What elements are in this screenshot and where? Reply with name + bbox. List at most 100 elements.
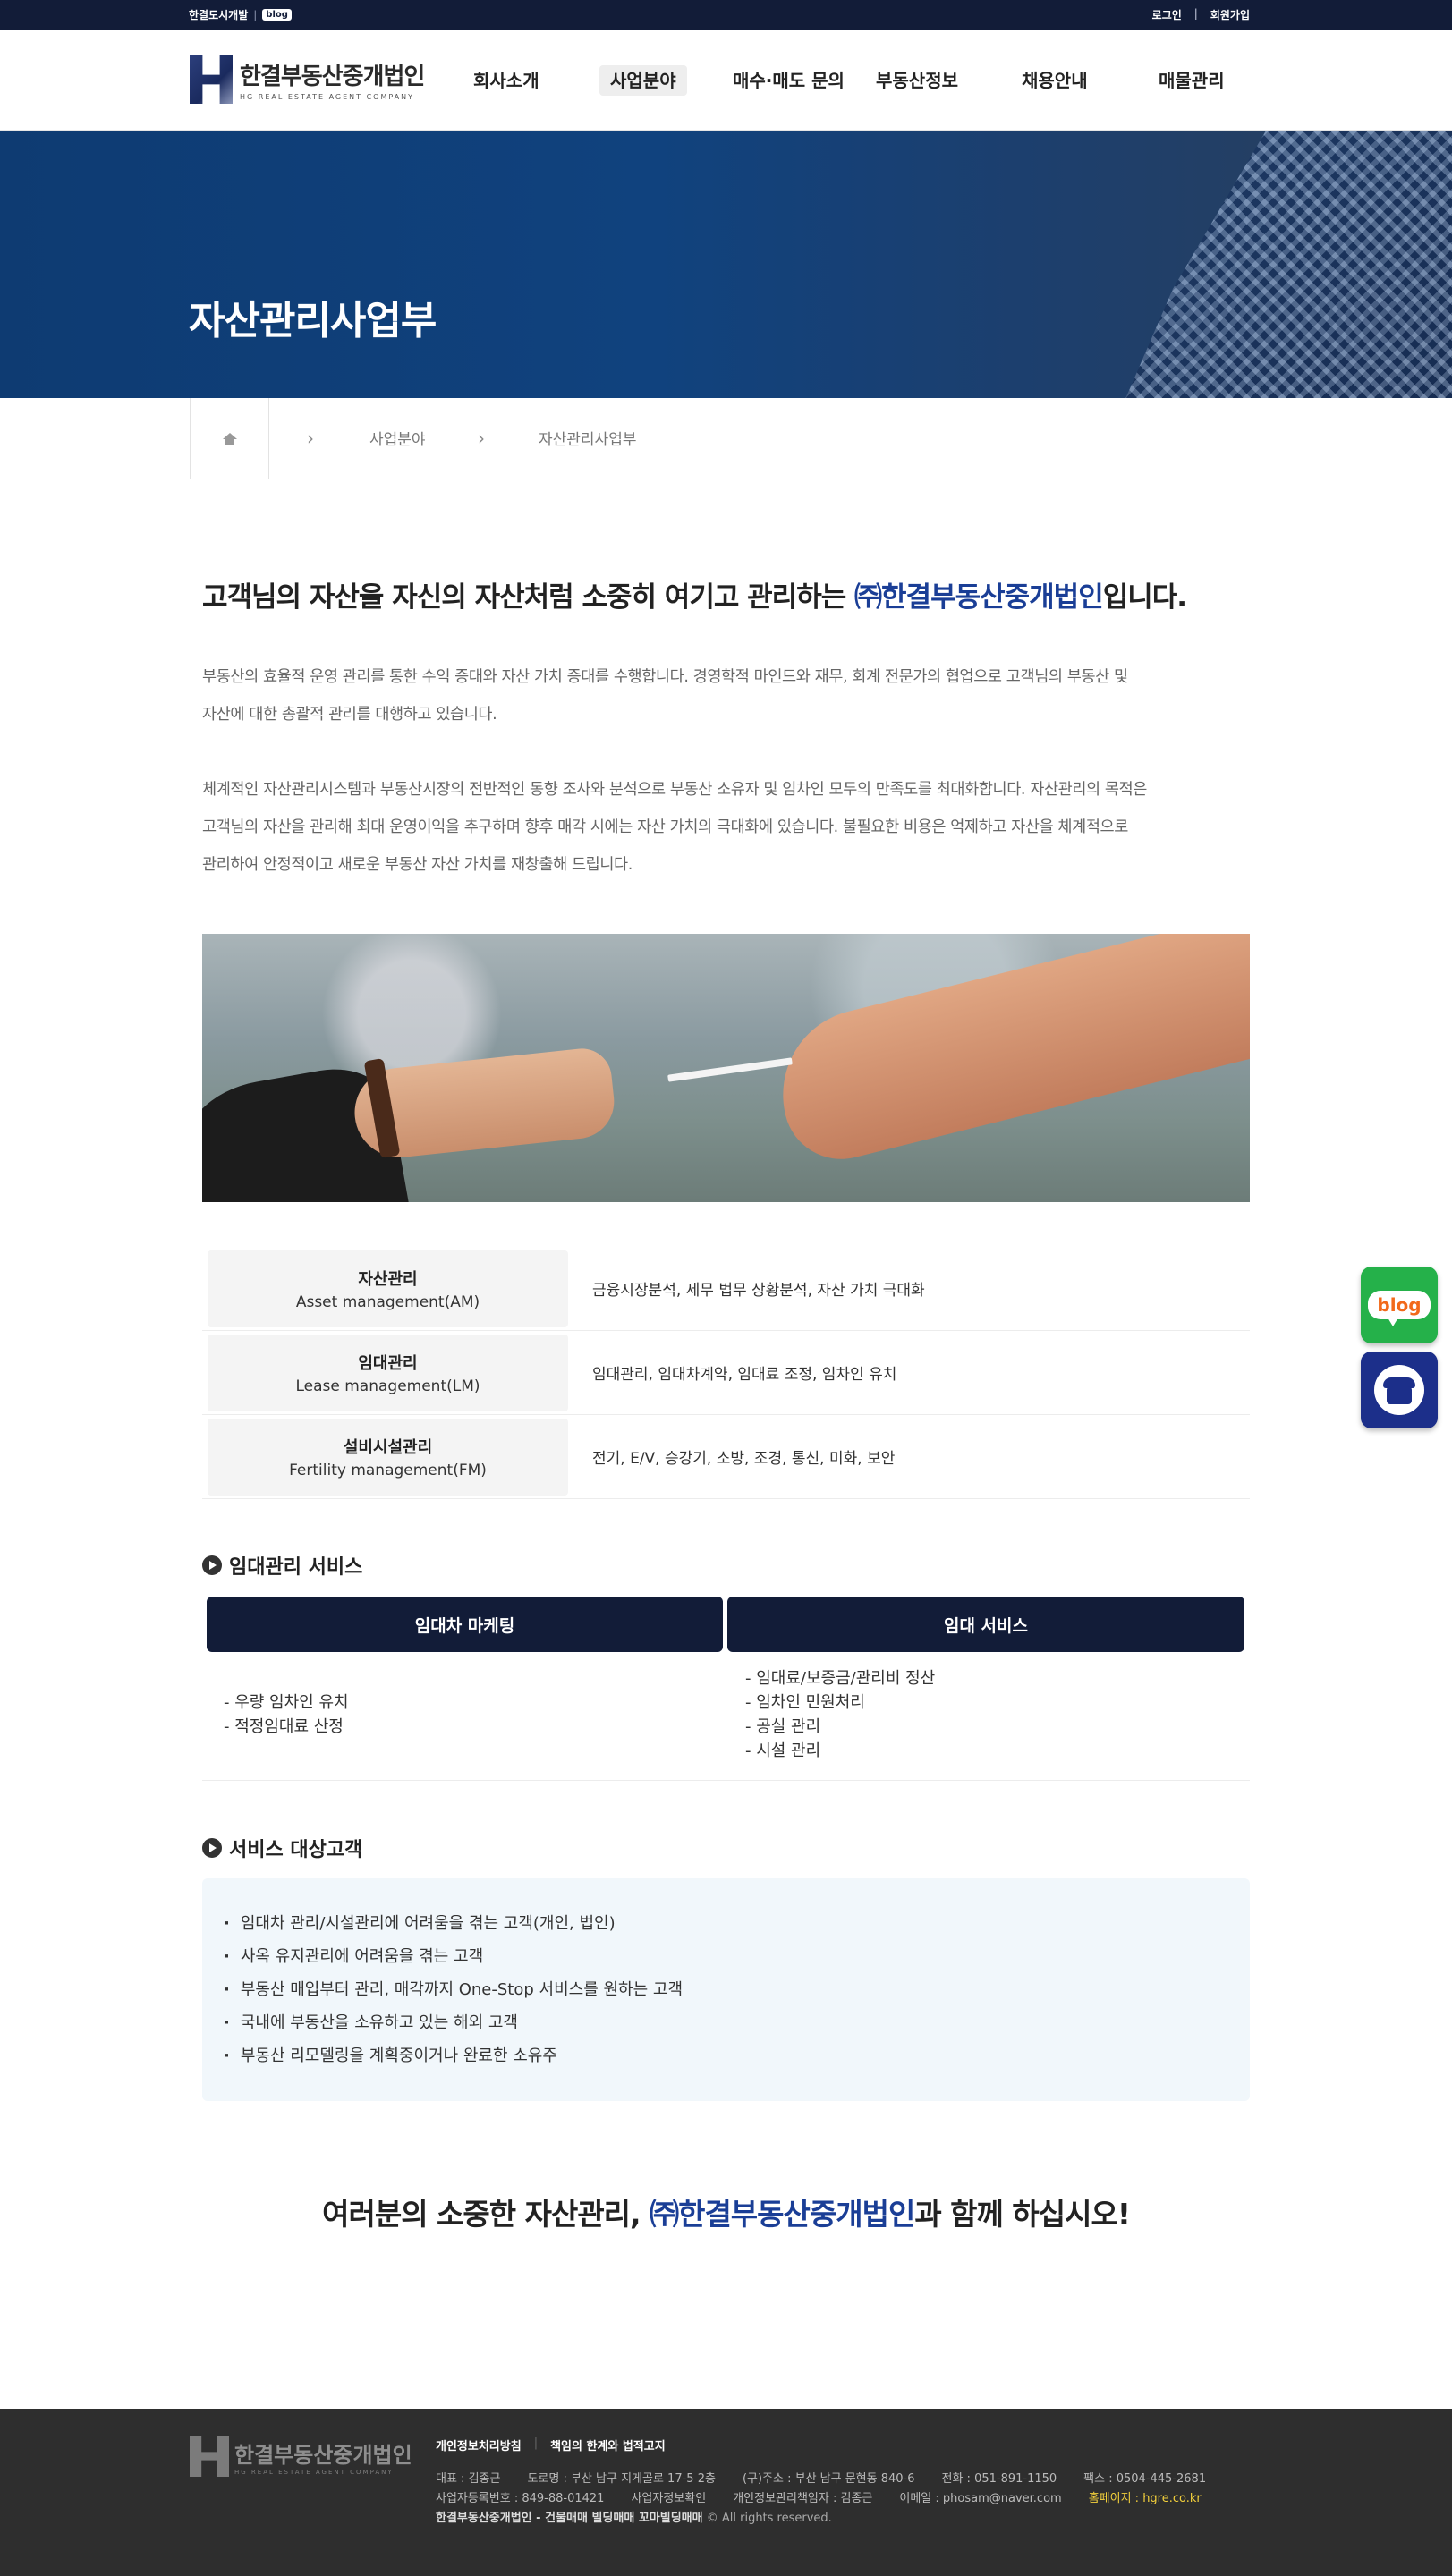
site-header: 한결부동산중개법인 HG REAL ESTATE AGENT COMPANY 회… (0, 30, 1452, 131)
breadcrumb-level2[interactable]: 자산관리사업부 (539, 427, 636, 449)
footer-email: 이메일 : phosam@naver.com (899, 2492, 1062, 2505)
footer-fax: 팩스 : 0504-445-2681 (1083, 2472, 1207, 2486)
nav-item-inquiry[interactable]: 매수·매도 문의 (733, 65, 845, 96)
intro-headline-post: 입니다. (1102, 581, 1187, 614)
footer-biz-check-link[interactable]: 사업자정보확인 (631, 2489, 706, 2509)
member-link-divider: | (1193, 7, 1198, 20)
service-label: 설비시설관리 Fertility management(FM) (208, 1419, 568, 1496)
list-item: 임대차 관리/시설관리에 어려움을 겪는 고객(개인, 법인) (224, 1907, 683, 1940)
blog-bubble-icon: blog (1368, 1291, 1431, 1326)
list-item: - 적정임대료 산정 (224, 1717, 344, 1736)
handshake-business-card-image (202, 934, 1250, 1202)
chevron-right-icon: › (307, 428, 314, 449)
nav-item-realestate-info[interactable]: 부동산정보 (876, 65, 958, 96)
legal-notice-link[interactable]: 책임의 한계와 법적고지 (550, 2436, 666, 2453)
service-row: 자산관리 Asset management(AM) 금융시장분석, 세무 법무 … (202, 1247, 1250, 1331)
nav-item-listings[interactable]: 매물관리 (1159, 65, 1225, 96)
intro-paragraph-1: 부동산의 효율적 운영 관리를 통한 수익 증대와 자산 가치 증대를 수행합니… (202, 658, 1250, 733)
service-description: 전기, E/V, 승강기, 소방, 조경, 통신, 미화, 보안 (592, 1450, 896, 1468)
service-table: 자산관리 Asset management(AM) 금융시장분석, 세무 법무 … (202, 1247, 1250, 1499)
intro-paragraph-2: 체계적인 자산관리시스템과 부동산시장의 전반적인 동향 조사와 분석으로 부동… (202, 771, 1250, 884)
target-customers-list: 임대차 관리/시설관리에 어려움을 겪는 고객(개인, 법인) 사옥 유지관리에… (224, 1907, 683, 2072)
service-description: 금융시장분석, 세무 법무 상황분석, 자산 가치 극대화 (592, 1282, 925, 1300)
chevron-right-icon: › (478, 428, 485, 449)
logo-text: 한결부동산중개법인 HG REAL ESTATE AGENT COMPANY (240, 58, 425, 101)
closing-pre: 여러분의 소중한 자산관리, (322, 2197, 650, 2232)
footer-logo: 한결부동산중개법인 HG REAL ESTATE AGENT COMPANY (190, 2436, 412, 2477)
blog-link-chip[interactable]: blog (262, 9, 292, 21)
closing-slogan: 여러분의 소중한 자산관리, ㈜한결부동산중개법인과 함께 하십시오! (202, 2190, 1250, 2233)
site-logo[interactable]: 한결부동산중개법인 HG REAL ESTATE AGENT COMPANY (190, 53, 431, 106)
play-bullet-icon (202, 1555, 222, 1575)
footer-info-line: 사업자등록번호 : 849-88-01421 사업자정보확인 개인정보관리책임자… (436, 2489, 1206, 2509)
lease-section-title: 임대관리 서비스 (202, 1551, 362, 1580)
footer-logo-text: 한결부동산중개법인 HG REAL ESTATE AGENT COMPANY (234, 2437, 412, 2476)
intro-paragraph-2-line: 고객님의 자산을 관리해 최대 운영이익을 추구하며 향후 매각 시에는 자산 … (202, 818, 1128, 836)
footer-logo-korean: 한결부동산중개법인 (234, 2442, 412, 2468)
closing-post: 과 함께 하십시오! (914, 2197, 1131, 2232)
footer-info-line: 대표 : 김종근 도로명 : 부산 남구 지게골로 17-5 2층 (구)주소 … (436, 2470, 1206, 2489)
top-utility-inner: 한결도시개발 | blog 로그인 | 회원가입 (189, 0, 1250, 30)
quick-blog-button[interactable]: blog (1361, 1267, 1438, 1343)
footer-copyright-rest: © All rights reserved. (702, 2512, 832, 2525)
member-links: 로그인 | 회원가입 (1152, 7, 1250, 22)
footer-copyright-company: 한결부동산중개법인 - 건물매매 빌딩매매 꼬마빌딩매매 (436, 2512, 703, 2525)
lease-col-service-items: - 임대료/보증금/관리비 정산 - 임차인 민원처리 - 공실 관리 - 시설… (745, 1666, 935, 1763)
closing-company: ㈜한결부동산중개법인 (650, 2197, 915, 2232)
footer-road-address: 도로명 : 부산 남구 지게골로 17-5 2층 (527, 2472, 716, 2486)
service-label: 임대관리 Lease management(LM) (208, 1335, 568, 1411)
footer-copyright: 한결부동산중개법인 - 건물매매 빌딩매매 꼬마빌딩매매 © All right… (436, 2509, 1206, 2529)
building-facade-image (1114, 131, 1452, 398)
lease-col-marketing-items: - 우량 임차인 유치 - 적정임대료 산정 (224, 1690, 349, 1739)
service-row: 임대관리 Lease management(LM) 임대관리, 임대차계약, 임… (202, 1331, 1250, 1415)
service-name-en: Lease management(LM) (295, 1377, 480, 1395)
list-item: - 공실 관리 (745, 1717, 821, 1736)
service-name-en: Asset management(AM) (295, 1293, 480, 1311)
site-footer: 한결부동산중개법인 HG REAL ESTATE AGENT COMPANY 개… (0, 2409, 1452, 2576)
footer-biz-number: 사업자등록번호 : 849-88-01421 (436, 2492, 605, 2505)
family-site-link[interactable]: 한결도시개발 (189, 7, 248, 22)
intro-headline: 고객님의 자산을 자신의 자산처럼 소중히 여기고 관리하는 ㈜한결부동산중개법… (202, 574, 1250, 614)
telephone-icon (1374, 1365, 1424, 1415)
topbar-divider: | (253, 8, 258, 21)
list-item: - 우량 임차인 유치 (224, 1693, 349, 1712)
breadcrumb-home[interactable] (190, 398, 269, 479)
footer-homepage[interactable]: 홈페이지 : hgre.co.kr (1089, 2489, 1202, 2509)
lease-col-header-service: 임대 서비스 (727, 1597, 1244, 1652)
service-name-ko: 임대관리 (358, 1354, 418, 1373)
lease-section-title-text: 임대관리 서비스 (229, 1556, 363, 1579)
nav-item-recruit[interactable]: 채용안내 (1022, 65, 1088, 96)
intro-paragraph-1-line: 자산에 대한 총괄적 관리를 대행하고 있습니다. (202, 706, 497, 724)
nav-item-company[interactable]: 회사소개 (473, 65, 539, 96)
signup-link[interactable]: 회원가입 (1210, 7, 1250, 22)
main-navigation: 회사소개 사업분야 매수·매도 문의 부동산정보 채용안내 매물관리 (447, 30, 1252, 131)
logo-mark-icon (190, 55, 233, 104)
service-label: 자산관리 Asset management(AM) (208, 1250, 568, 1327)
intro-paragraph-2-line: 체계적인 자산관리시스템과 부동산시장의 전반적인 동향 조사와 분석으로 부동… (202, 781, 1148, 799)
privacy-policy-link[interactable]: 개인정보처리방침 (436, 2436, 522, 2453)
list-item: - 임차인 민원처리 (745, 1693, 865, 1712)
page-title: 자산관리사업부 (189, 298, 437, 343)
login-link[interactable]: 로그인 (1152, 7, 1182, 22)
play-bullet-icon (202, 1838, 222, 1858)
lease-col-header-marketing: 임대차 마케팅 (207, 1597, 723, 1652)
sub-hero-banner: 자산관리사업부 (0, 131, 1452, 398)
quick-phone-button[interactable] (1361, 1352, 1438, 1428)
footer-company-info: 대표 : 김종근 도로명 : 부산 남구 지게골로 17-5 2층 (구)주소 … (436, 2470, 1206, 2529)
top-utility-bar: 한결도시개발 | blog 로그인 | 회원가입 (0, 0, 1452, 30)
target-customers-box: 임대차 관리/시설관리에 어려움을 겪는 고객(개인, 법인) 사옥 유지관리에… (202, 1878, 1250, 2101)
footer-link-divider: | (533, 2436, 539, 2450)
intro-paragraph-1-line: 부동산의 효율적 운영 관리를 통한 수익 증대와 자산 가치 증대를 수행합니… (202, 668, 1128, 686)
service-name-en: Fertility management(FM) (289, 1462, 487, 1479)
targets-section-title-text: 서비스 대상고객 (229, 1839, 363, 1861)
footer-ceo: 대표 : 김종근 (436, 2472, 501, 2486)
breadcrumb: › 사업분야 › 자산관리사업부 (0, 398, 1452, 479)
footer-policy-links: 개인정보처리방침 | 책임의 한계와 법적고지 (436, 2436, 666, 2453)
intro-headline-company: ㈜한결부동산중개법인 (854, 581, 1104, 614)
breadcrumb-level1[interactable]: 사업분야 (369, 427, 426, 449)
service-description: 임대관리, 임대차계약, 임대료 조정, 임차인 유치 (592, 1366, 897, 1384)
nav-item-business[interactable]: 사업분야 (599, 65, 687, 96)
footer-old-address: (구)주소 : 부산 남구 문현동 840-6 (742, 2472, 915, 2486)
footer-logo-mark-icon (190, 2436, 229, 2477)
list-item: 국내에 부동산을 소유하고 있는 해외 고객 (224, 2006, 683, 2039)
